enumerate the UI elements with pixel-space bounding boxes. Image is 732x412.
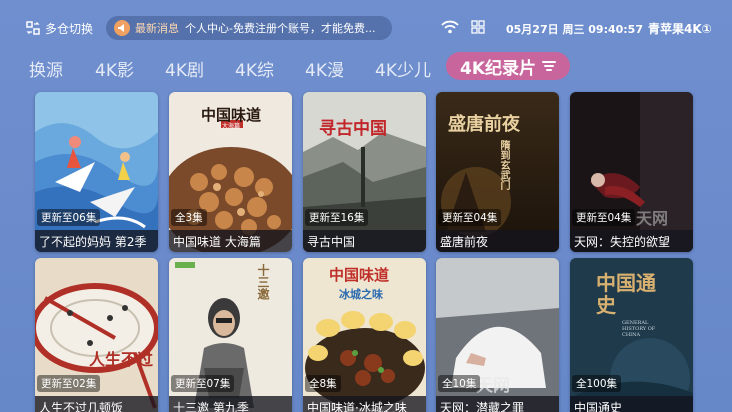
card-title: 天网：失控的欲望 <box>570 230 693 252</box>
poster-title: 天网 <box>476 376 510 396</box>
wifi-icon <box>441 20 459 34</box>
card-title: 了不起的妈妈 第2季 <box>35 230 158 252</box>
news-text: 个人中心-免费注册个账号，才能免费... <box>185 22 376 35</box>
poster-title: 中国通史 <box>596 271 656 317</box>
episode-badge: 更新至04集 <box>572 209 636 226</box>
episode-badge: 全8集 <box>305 375 341 392</box>
tab-4k-variety[interactable]: 4K综 <box>235 56 274 81</box>
video-card[interactable]: 盛唐前夜 隋到玄武门 更新至04集 盛唐前夜 <box>436 92 559 252</box>
episode-badge: 全10集 <box>438 375 481 392</box>
poster-title: 十三邀 <box>256 264 270 300</box>
warehouse-switch-label: 多仓切换 <box>45 21 94 36</box>
episode-badge: 更新至16集 <box>305 209 369 226</box>
card-title: 中国通史 <box>570 396 693 412</box>
clock-display: 05月27日 周三 09:40:57 <box>506 23 643 36</box>
card-title: 寻古中国 <box>303 230 426 252</box>
poster-subtitle: 隋到玄武门 <box>498 140 509 190</box>
video-card[interactable]: 人生不过 更新至02集 人生不过几顿饭 <box>35 258 158 412</box>
poster-title: 盛唐前夜 <box>448 114 520 135</box>
poster-title: 天网 <box>636 209 669 228</box>
app-brand: 青苹果4K① <box>648 22 712 36</box>
episode-badge: 全100集 <box>572 375 622 392</box>
poster-image <box>570 92 693 252</box>
tab-4k-documentary[interactable]: 4K纪录片 <box>446 52 571 80</box>
poster-title: 寻古中国 <box>319 119 387 139</box>
megaphone-icon <box>114 20 130 36</box>
card-title: 十三邀 第九季 <box>169 396 292 412</box>
tab-4k-series[interactable]: 4K剧 <box>165 56 204 81</box>
video-card[interactable]: 中国味道 大海篇 全3集 中国味道 大海篇 <box>169 92 292 252</box>
warehouse-switch-button[interactable]: 多仓切换 <box>26 18 93 38</box>
card-title: 中国味道·冰城之味 <box>303 396 426 412</box>
top-bar: 多仓切换 最新消息 个人中心-免费注册个账号，才能免费... 05月27日 周三… <box>0 0 732 56</box>
episode-badge: 更新至02集 <box>37 375 101 392</box>
video-card[interactable]: 天网 更新至04集 天网：失控的欲望 <box>570 92 693 252</box>
video-card[interactable]: 中国通史 GENERAL HISTORY OF CHINA 全100集 中国通史 <box>570 258 693 412</box>
episode-badge: 更新至07集 <box>171 375 235 392</box>
poster-image <box>35 92 158 252</box>
filter-icon <box>542 61 557 71</box>
poster-title: 中国味道 <box>329 266 390 284</box>
tab-4k-kids[interactable]: 4K少儿 <box>375 56 431 81</box>
video-card[interactable]: 天网 全10集 天网：潜藏之罪 <box>436 258 559 412</box>
card-title: 人生不过几顿饭 <box>35 396 158 412</box>
apps-grid-icon[interactable] <box>471 20 485 34</box>
poster-subtitle: 大海篇 <box>222 123 241 130</box>
poster-subtitle: 冰城之味 <box>339 288 383 301</box>
switch-icon <box>26 21 40 35</box>
episode-badge: 全3集 <box>171 209 207 226</box>
card-title: 中国味道 大海篇 <box>169 230 292 252</box>
card-title: 天网：潜藏之罪 <box>436 396 559 412</box>
video-card[interactable]: 更新至06集 了不起的妈妈 第2季 <box>35 92 158 252</box>
poster-subtitle: GENERAL HISTORY OF CHINA <box>622 320 656 338</box>
category-tabs: 换源 4K影 4K剧 4K综 4K漫 4K少儿 4K纪录片 <box>0 52 732 84</box>
tab-4k-movies[interactable]: 4K影 <box>95 56 134 81</box>
episode-badge: 更新至06集 <box>37 209 101 226</box>
card-title: 盛唐前夜 <box>436 230 559 252</box>
tab-4k-anime[interactable]: 4K漫 <box>305 56 344 81</box>
news-ticker[interactable]: 最新消息 个人中心-免费注册个账号，才能免费... <box>106 16 392 40</box>
video-card[interactable]: 中国味道 冰城之味 全8集 中国味道·冰城之味 <box>303 258 426 412</box>
news-tag: 最新消息 <box>135 22 179 35</box>
video-card[interactable]: 寻古中国 更新至16集 寻古中国 <box>303 92 426 252</box>
tab-switch-source[interactable]: 换源 <box>29 56 63 81</box>
episode-badge: 更新至04集 <box>438 209 502 226</box>
poster-title: 人生不过 <box>89 350 154 369</box>
tab-4k-documentary-label: 4K纪录片 <box>460 58 537 79</box>
video-card[interactable]: 十三邀 更新至07集 十三邀 第九季 <box>169 258 292 412</box>
